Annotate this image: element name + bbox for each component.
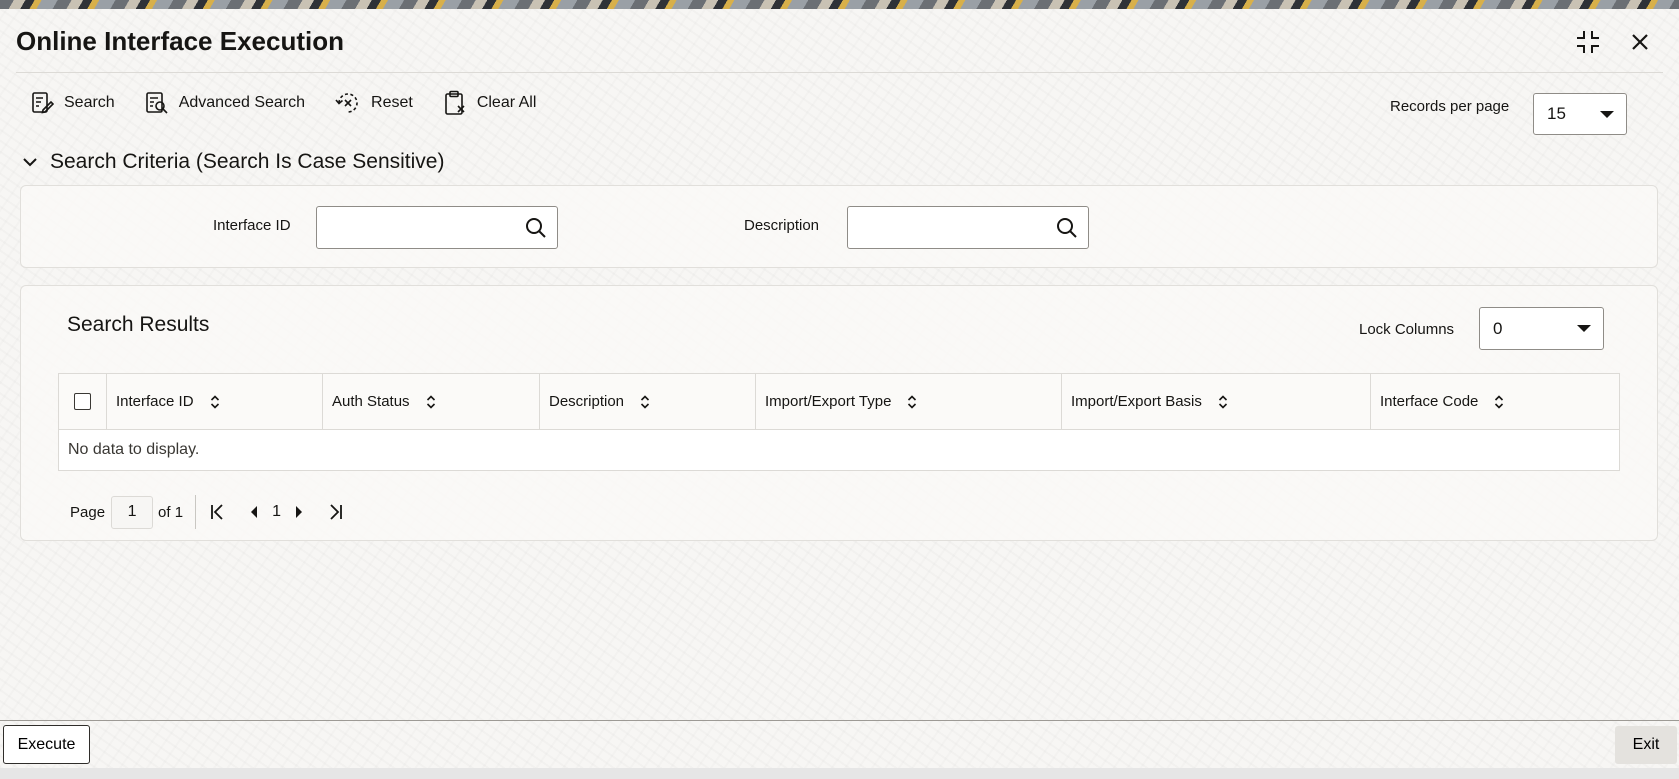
exit-button[interactable]: Exit xyxy=(1615,726,1677,764)
empty-message: No data to display. xyxy=(68,441,200,458)
results-table: Interface ID Auth Status Description Imp… xyxy=(58,373,1620,471)
first-page-icon xyxy=(211,504,223,520)
close-button[interactable] xyxy=(1625,27,1655,57)
table-header-row: Interface ID Auth Status Description Imp… xyxy=(59,374,1619,430)
search-criteria-header: Search Criteria (Search Is Case Sensitiv… xyxy=(50,150,445,173)
sort-icon xyxy=(640,394,650,409)
footer-divider xyxy=(0,720,1679,721)
maximize-button[interactable] xyxy=(1573,27,1603,57)
description-input[interactable] xyxy=(848,207,1048,248)
search-doc-icon xyxy=(32,92,54,114)
caret-right-icon xyxy=(295,506,302,518)
last-page-button[interactable] xyxy=(323,500,347,524)
interface-id-input[interactable] xyxy=(317,207,517,248)
select-all-checkbox[interactable] xyxy=(74,393,91,410)
search-button[interactable]: Search xyxy=(30,91,115,115)
column-header-interface-id[interactable]: Interface ID xyxy=(107,374,323,429)
title-divider xyxy=(16,72,1663,73)
description-field[interactable] xyxy=(847,206,1089,249)
sort-icon xyxy=(426,394,435,409)
column-header-label: Import/Export Type xyxy=(765,393,892,410)
header-banner xyxy=(0,0,1679,9)
sort-icon xyxy=(1495,394,1504,409)
search-icon[interactable] xyxy=(1056,217,1078,239)
page-title: Online Interface Execution xyxy=(16,26,344,56)
close-icon xyxy=(1632,34,1648,50)
column-header-label: Import/Export Basis xyxy=(1071,393,1202,410)
page-number-input[interactable]: 1 xyxy=(111,495,154,529)
search-icon[interactable] xyxy=(525,217,547,239)
collapse-corners-icon xyxy=(1577,31,1599,53)
column-header-import-export-basis[interactable]: Import/Export Basis xyxy=(1062,374,1371,429)
bottom-bar xyxy=(0,768,1679,779)
page-count-label: of 1 xyxy=(158,503,184,521)
records-per-page-label: Records per page xyxy=(1390,98,1510,115)
page-label: Page xyxy=(70,503,106,521)
search-results-panel: Search Results Lock Columns 0 Interface … xyxy=(20,285,1658,541)
advanced-search-button[interactable]: Advanced Search xyxy=(145,91,305,115)
column-header-label: Interface ID xyxy=(116,393,194,410)
execute-button[interactable]: Execute xyxy=(3,725,90,764)
column-header-interface-code[interactable]: Interface Code xyxy=(1371,374,1619,429)
reset-icon xyxy=(335,93,358,113)
pagination-divider xyxy=(195,495,197,529)
previous-page-button[interactable] xyxy=(242,500,266,524)
current-page-number[interactable]: 1 xyxy=(272,503,281,521)
select-all-cell xyxy=(59,374,107,429)
clear-all-label: Clear All xyxy=(476,94,537,111)
search-button-label: Search xyxy=(64,94,115,111)
description-label: Description xyxy=(744,217,820,234)
lock-columns-select[interactable]: 0 xyxy=(1479,307,1604,350)
search-criteria-toggle[interactable]: Search Criteria (Search Is Case Sensitiv… xyxy=(22,150,444,174)
lock-columns-value: 0 xyxy=(1493,318,1503,338)
interface-id-field[interactable] xyxy=(316,206,558,249)
column-header-label: Description xyxy=(549,393,625,410)
chevron-down-icon xyxy=(23,158,37,167)
sort-icon xyxy=(908,394,917,409)
window-controls xyxy=(1573,27,1655,57)
column-header-description[interactable]: Description xyxy=(540,374,756,429)
column-header-label: Auth Status xyxy=(332,393,410,410)
sort-icon xyxy=(210,394,219,409)
lock-columns-label: Lock Columns xyxy=(1359,321,1455,338)
records-per-page-value: 15 xyxy=(1547,104,1566,123)
search-results-title: Search Results xyxy=(67,313,210,336)
column-header-label: Interface Code xyxy=(1380,393,1479,410)
column-header-import-export-type[interactable]: Import/Export Type xyxy=(756,374,1062,429)
dialog-window: Online Interface Execution Search Advanc… xyxy=(0,9,1679,768)
first-page-button[interactable] xyxy=(206,500,230,524)
clipboard-clear-icon xyxy=(445,90,465,115)
reset-button-label: Reset xyxy=(371,94,413,111)
interface-id-label: Interface ID xyxy=(213,217,291,234)
clear-all-button[interactable]: Clear All xyxy=(443,90,537,116)
next-page-button[interactable] xyxy=(287,500,311,524)
chevron-down-icon xyxy=(1577,325,1591,332)
advanced-search-icon xyxy=(145,92,168,114)
advanced-search-label: Advanced Search xyxy=(178,94,306,111)
pagination: Page 1 of 1 1 xyxy=(70,495,347,529)
reset-button[interactable]: Reset xyxy=(335,91,413,115)
toolbar: Search Advanced Search Reset Clear All xyxy=(30,86,566,120)
caret-left-icon xyxy=(251,506,258,518)
last-page-icon xyxy=(330,504,342,520)
sort-icon xyxy=(1218,394,1227,409)
column-header-auth-status[interactable]: Auth Status xyxy=(323,374,540,429)
chevron-down-icon xyxy=(1600,110,1614,118)
search-criteria-panel: Interface ID Description xyxy=(20,185,1658,268)
records-per-page-select[interactable]: 15 xyxy=(1533,93,1627,135)
